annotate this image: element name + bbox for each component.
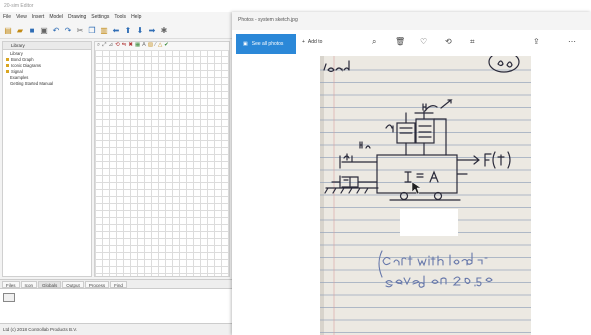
- new-file-icon[interactable]: ▤: [3, 26, 13, 36]
- photos-title: Photos - system sketch.jpg: [232, 12, 591, 30]
- menu-file[interactable]: File: [3, 14, 11, 23]
- paste-icon[interactable]: ▥: [99, 26, 109, 36]
- tree-item-label: Examples: [10, 74, 29, 80]
- tree-item-label: Iconic Diagrams: [11, 62, 42, 68]
- settings-icon[interactable]: ✱: [159, 26, 169, 36]
- tab-output[interactable]: Output: [62, 280, 84, 288]
- delete-icon[interactable]: ✖: [128, 43, 133, 49]
- see-all-photos-label: See all photos: [251, 41, 284, 47]
- photo[interactable]: [320, 56, 531, 335]
- add-to-button[interactable]: + Add to: [302, 39, 322, 45]
- menu-drawing[interactable]: Drawing: [68, 14, 86, 23]
- text-icon[interactable]: A: [142, 43, 146, 49]
- undo-icon[interactable]: ↶: [51, 26, 61, 36]
- share-icon[interactable]: ⇪: [533, 38, 540, 46]
- sketch-photo: [320, 56, 531, 335]
- open-folder-icon[interactable]: ▰: [15, 26, 25, 36]
- editor-title: 20-sim Editor: [0, 0, 232, 12]
- rotate-icon[interactable]: ⟲: [445, 38, 452, 46]
- menu-model[interactable]: Model: [49, 14, 63, 23]
- more-icon[interactable]: ⋯: [568, 38, 576, 46]
- flip-icon[interactable]: ⇋: [122, 43, 127, 49]
- cut-icon[interactable]: ✂: [75, 26, 85, 36]
- zoom-icon[interactable]: ⌕: [372, 38, 376, 46]
- menu-bar: File View Insert Model Drawing Settings …: [0, 12, 232, 23]
- model-canvas[interactable]: ⌕ ⤢ ⊿ ⟲ ⇋ ✖ ▦ A ▨ ⁄ △ ✔: [94, 41, 230, 277]
- tab-process[interactable]: Process: [84, 280, 110, 288]
- tab-files[interactable]: Files: [2, 280, 20, 288]
- grid-icon[interactable]: ▦: [135, 43, 140, 49]
- heart-icon[interactable]: ♡: [420, 38, 427, 46]
- check-icon[interactable]: ✔: [164, 43, 169, 49]
- folder-icon: [6, 57, 9, 61]
- tab-globals[interactable]: Globals: [38, 280, 62, 288]
- tree-item-label: Bond Graph: [11, 56, 34, 62]
- file-icon[interactable]: [3, 293, 15, 302]
- shape-icon[interactable]: △: [158, 43, 162, 49]
- plus-icon: +: [302, 39, 305, 45]
- photos-toolbar: ▣ See all photos + Add to ⌕ 🗑 ♡ ⟲ ⌗ ⇪ ⋯: [232, 30, 591, 56]
- tree-item-label: Getting Started Manual: [10, 80, 54, 86]
- menu-insert[interactable]: Insert: [32, 14, 45, 23]
- add-to-label: Add to: [307, 39, 323, 45]
- editor-toolbar: ▤ ▰ ■ ▣ ↶ ↷ ✂ ❐ ▥ ⬅ ⬆ ⬇ ➡ ✱: [0, 23, 232, 39]
- photo-viewer: [232, 56, 591, 335]
- rotate-icon[interactable]: ⟲: [115, 43, 120, 49]
- library-panel: Library Library Bond Graph Iconic Diagrams…: [2, 41, 92, 277]
- bottom-tab-bar: Files Icon Globals Output Process Find: [0, 279, 232, 288]
- redo-icon[interactable]: ↷: [63, 26, 73, 36]
- folder-icon: [6, 63, 9, 67]
- bottom-panel: [0, 288, 232, 323]
- photos-app-icon: ▣: [243, 41, 248, 47]
- library-tab[interactable]: Library: [3, 42, 91, 50]
- go-back-icon[interactable]: ⬅: [111, 26, 121, 36]
- go-down-icon[interactable]: ⬇: [135, 26, 145, 36]
- go-forward-icon[interactable]: ➡: [147, 26, 157, 36]
- folder-icon: [6, 69, 9, 73]
- zoom-fit-icon[interactable]: ⤢: [102, 43, 106, 49]
- photos-window: Photos - system sketch.jpg ▣ See all pho…: [232, 12, 591, 335]
- copy-icon[interactable]: ❐: [87, 26, 97, 36]
- tab-icon[interactable]: Icon: [20, 280, 38, 288]
- zoom-in-icon[interactable]: ⌕: [97, 43, 100, 49]
- menu-tools[interactable]: Tools: [114, 14, 126, 23]
- canvas-toolbar: ⌕ ⤢ ⊿ ⟲ ⇋ ✖ ▦ A ▨ ⁄ △ ✔: [95, 42, 229, 51]
- menu-view[interactable]: View: [16, 14, 27, 23]
- menu-settings[interactable]: Settings: [91, 14, 109, 23]
- editor-window: 20-sim Editor File View Insert Model Dra…: [0, 0, 232, 335]
- redacted-box: [400, 209, 458, 236]
- library-tree: Library Bond Graph Iconic Diagrams Signal Ex…: [3, 50, 91, 86]
- crop-icon[interactable]: ⌗: [470, 38, 475, 46]
- tree-item[interactable]: Getting Started Manual: [3, 80, 91, 86]
- tree-item-label: Library: [10, 50, 23, 56]
- go-up-icon[interactable]: ⬆: [123, 26, 133, 36]
- image-icon[interactable]: ▨: [148, 43, 153, 49]
- tab-find[interactable]: Find: [110, 280, 127, 288]
- delete-icon[interactable]: 🗑: [395, 38, 405, 46]
- tree-item-label: Signal: [11, 68, 23, 74]
- line-icon[interactable]: ⁄: [155, 43, 156, 49]
- save-icon[interactable]: ■: [27, 26, 37, 36]
- print-icon[interactable]: ▣: [39, 26, 49, 36]
- status-bar: Ltd (c) 2018 Controllab Products B.V.: [0, 323, 232, 335]
- align-left-icon[interactable]: ⊿: [109, 43, 114, 49]
- menu-help[interactable]: Help: [131, 14, 141, 23]
- see-all-photos-button[interactable]: ▣ See all photos: [236, 34, 296, 54]
